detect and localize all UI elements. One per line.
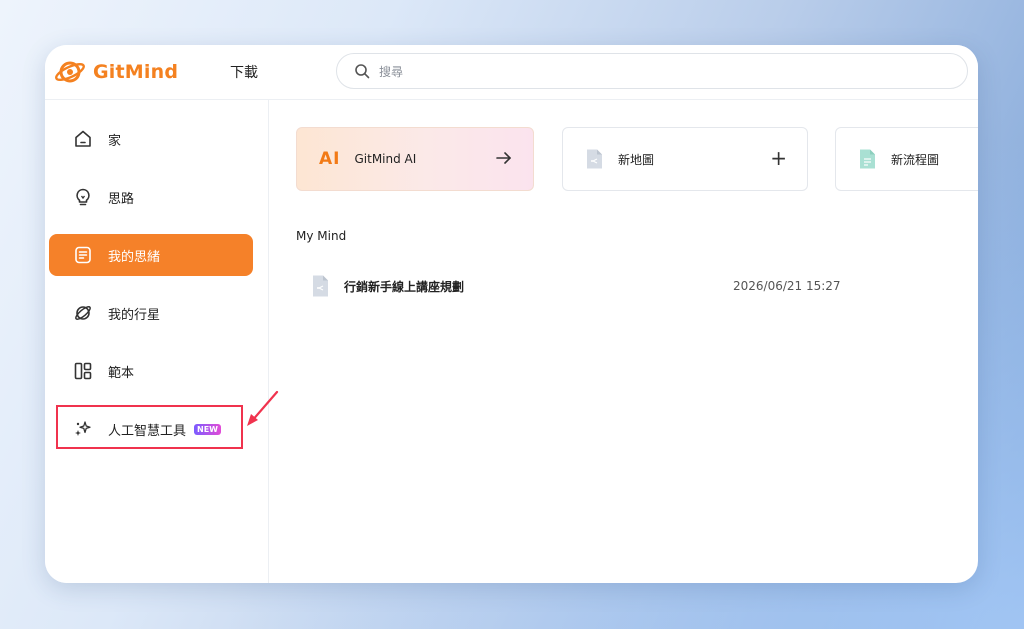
mindmap-file-icon (587, 149, 602, 169)
sidebar-item-home[interactable]: 家 (49, 118, 253, 160)
document-list-icon (72, 244, 94, 266)
sidebar-item-ideas[interactable]: 思路 (49, 176, 253, 218)
new-flowchart-card[interactable]: 新流程圖 (835, 127, 978, 191)
lightbulb-icon (72, 186, 94, 208)
new-map-card[interactable]: 新地圖 + (562, 127, 808, 191)
section-title: My Mind (296, 229, 347, 243)
new-badge: NEW (194, 423, 221, 435)
planet-icon (72, 302, 94, 324)
sidebar-item-label: 我的行星 (108, 307, 161, 323)
gitmind-logo-icon (53, 58, 87, 86)
arrow-right-icon (496, 152, 511, 164)
sparkle-icon (72, 418, 94, 440)
file-modified-date: 2026/06/21 15:27 (733, 279, 841, 293)
download-link[interactable]: 下載 (230, 62, 258, 82)
app-window: GitMind 下載 搜尋 家 思路 我的思緒 我的行星 範本 人工智慧工具 N… (45, 45, 978, 583)
ai-logo-icon: AI (319, 149, 341, 169)
sidebar-item-label: 家 (108, 133, 122, 149)
brand-logo[interactable]: GitMind (53, 55, 193, 89)
file-row[interactable]: 行銷新手線上講座規劃 2026/06/21 15:27 (296, 266, 856, 306)
card-label: 新流程圖 (891, 152, 940, 167)
gitmind-ai-card[interactable]: AI GitMind AI (296, 127, 534, 191)
search-input[interactable]: 搜尋 (379, 63, 403, 80)
sidebar-item-my-thoughts[interactable]: 我的思緒 (49, 234, 253, 276)
search-icon (355, 64, 370, 79)
sidebar-item-label: 範本 (108, 365, 135, 381)
brand-name: GitMind (93, 61, 179, 83)
plus-icon: + (770, 146, 787, 170)
top-bar: GitMind 下載 搜尋 (45, 45, 978, 100)
mindmap-file-icon (313, 275, 328, 297)
home-icon (72, 128, 94, 150)
card-label: GitMind AI (354, 152, 417, 166)
sidebar-item-label: 人工智慧工具 (108, 423, 187, 439)
sidebar: 家 思路 我的思緒 我的行星 範本 人工智慧工具 NEW (45, 100, 279, 583)
flowchart-file-icon (860, 149, 875, 169)
sidebar-item-label: 我的思緒 (108, 249, 161, 265)
card-label: 新地圖 (618, 152, 655, 167)
file-name: 行銷新手線上講座規劃 (344, 279, 465, 294)
sidebar-item-my-planet[interactable]: 我的行星 (49, 292, 253, 334)
sidebar-item-ai-tools[interactable]: 人工智慧工具 NEW (49, 408, 253, 450)
search-bar[interactable]: 搜尋 (336, 53, 968, 89)
template-grid-icon (72, 360, 94, 382)
sidebar-item-templates[interactable]: 範本 (49, 350, 253, 392)
sidebar-item-label: 思路 (108, 191, 135, 207)
main-content: AI GitMind AI 新地圖 + 新流程圖 My Mind 行銷新手線上講… (269, 100, 978, 583)
